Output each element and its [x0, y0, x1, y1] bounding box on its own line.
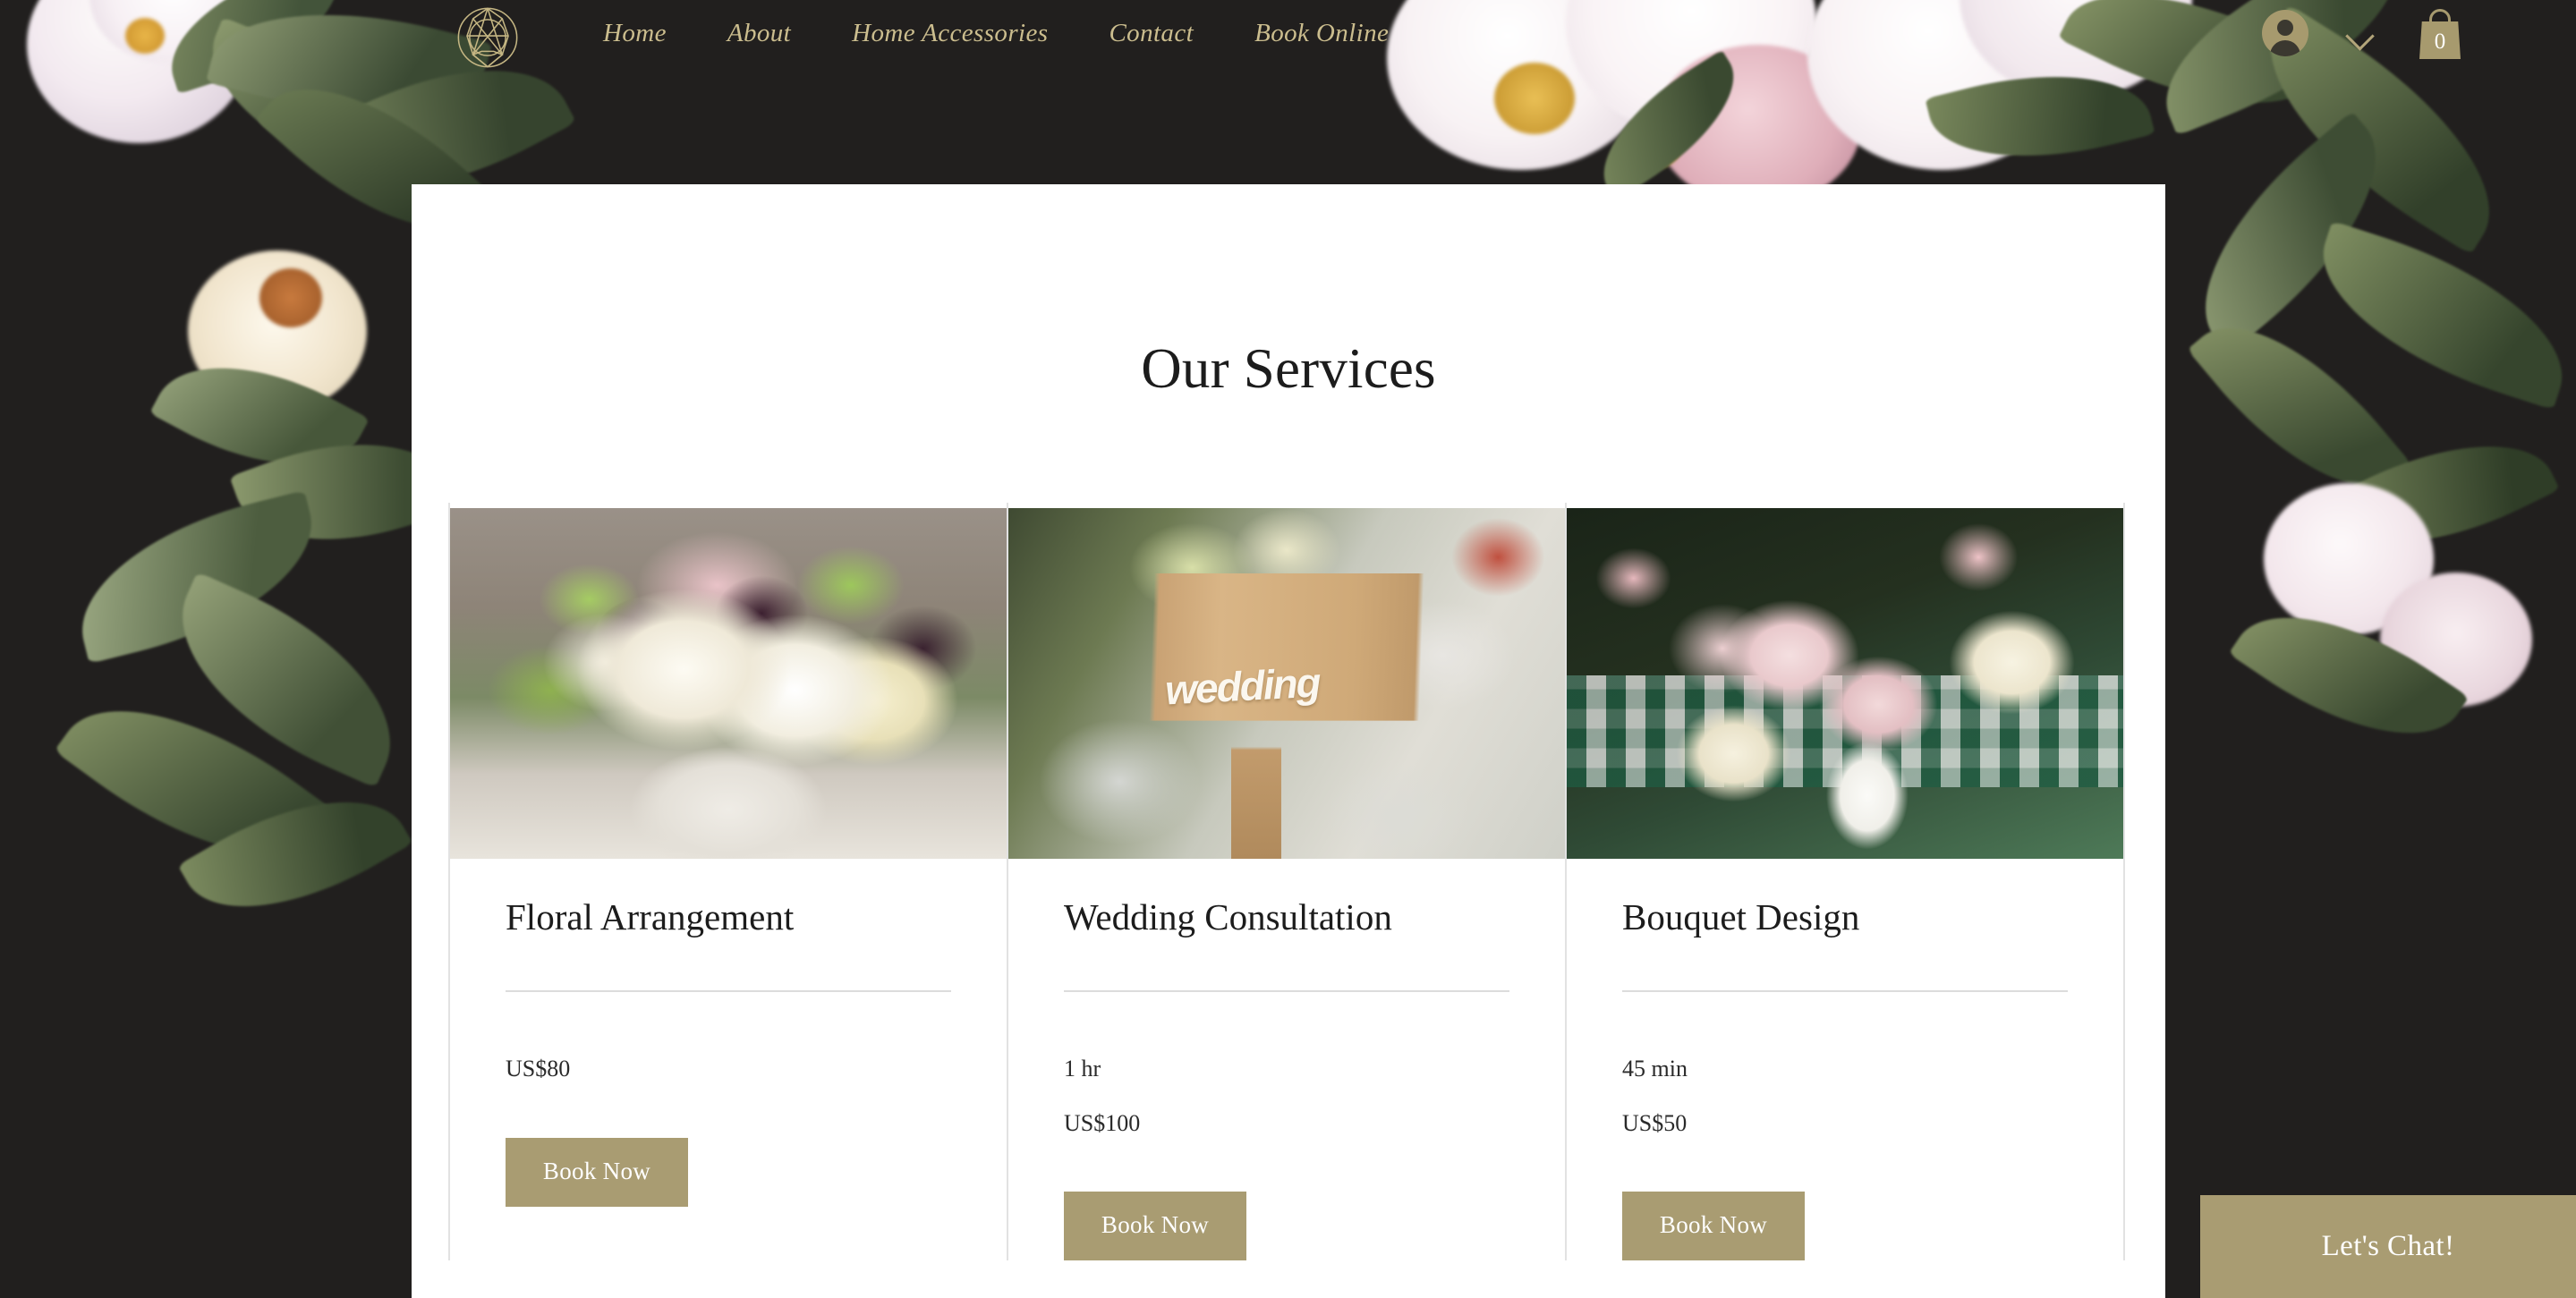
site-header: Home About Home Accessories Contact Book…	[0, 0, 2576, 68]
service-duration: 1 hr	[1064, 1056, 1101, 1082]
service-card-media: wedding	[1008, 508, 1565, 859]
primary-navigation: Home About Home Accessories Contact Book…	[573, 0, 1419, 66]
book-now-button[interactable]: Book Now	[1064, 1192, 1246, 1261]
service-divider	[506, 990, 951, 993]
services-panel: Our Services Floral Arrangement US$80 Bo…	[412, 184, 2165, 1298]
service-card-floral-arrangement[interactable]: Floral Arrangement US$80 Book Now	[448, 503, 1008, 1261]
nav-item-book-online[interactable]: Book Online	[1224, 0, 1419, 66]
services-card-list: Floral Arrangement US$80 Book Now weddin…	[448, 503, 2129, 1261]
service-divider	[1064, 990, 1509, 993]
service-card-media	[450, 508, 1007, 859]
page-title: Our Services	[1141, 337, 1436, 400]
nav-item-about[interactable]: About	[697, 0, 821, 66]
service-divider	[1622, 990, 2068, 993]
service-card-wedding-consultation[interactable]: wedding Wedding Consultation 1 hr US$100…	[1007, 503, 1567, 1261]
shopping-bag-icon[interactable]: 0	[2416, 7, 2464, 59]
avatar-head-shape	[2277, 20, 2293, 36]
lets-chat-button[interactable]: Let's Chat!	[2200, 1195, 2576, 1298]
service-price: US$100	[1064, 1109, 1141, 1136]
service-title: Floral Arrangement	[506, 896, 795, 937]
service-card-body: Wedding Consultation 1 hr US$100 Book No…	[1008, 859, 1565, 1261]
chevron-down-icon[interactable]	[2339, 13, 2380, 54]
service-meta: 45 min US$50	[1622, 1055, 2068, 1138]
service-price: US$50	[1622, 1109, 1688, 1136]
header-actions: 0	[2262, 0, 2464, 66]
cart-item-count: 0	[2434, 29, 2446, 54]
floral-arrangement-in-white-urn-photo	[450, 508, 1007, 859]
background-leaves-right	[2130, 0, 2576, 644]
background-hibiscus-left	[149, 233, 460, 626]
service-meta: 1 hr US$100	[1064, 1055, 1509, 1138]
nav-item-home-accessories[interactable]: Home Accessories	[821, 0, 1078, 66]
book-now-button[interactable]: Book Now	[1622, 1192, 1805, 1261]
service-duration: 45 min	[1622, 1056, 1688, 1082]
book-now-button[interactable]: Book Now	[506, 1137, 688, 1207]
nav-item-home[interactable]: Home	[573, 0, 697, 66]
service-card-bouquet-design[interactable]: Bouquet Design 45 min US$50 Book Now	[1565, 503, 2125, 1261]
gem-circle-logo-icon[interactable]	[445, 0, 531, 81]
service-title: Bouquet Design	[1622, 896, 1860, 937]
service-meta: US$80	[506, 1055, 951, 1084]
background-leaves-left-lower	[54, 490, 429, 951]
pink-peonies-in-white-vase-photo	[1567, 508, 2123, 859]
avatar-body-shape	[2270, 40, 2300, 56]
service-card-media	[1567, 508, 2123, 859]
service-title: Wedding Consultation	[1064, 896, 1392, 937]
service-price: US$80	[506, 1056, 571, 1082]
nav-item-contact[interactable]: Contact	[1078, 0, 1224, 66]
bag-body-shape: 0	[2419, 21, 2461, 59]
user-avatar-icon[interactable]	[2262, 10, 2308, 56]
service-card-body: Bouquet Design 45 min US$50 Book Now	[1567, 859, 2123, 1261]
background-flowers-right-mid	[2228, 447, 2576, 823]
service-card-body: Floral Arrangement US$80 Book Now	[450, 859, 1007, 1207]
